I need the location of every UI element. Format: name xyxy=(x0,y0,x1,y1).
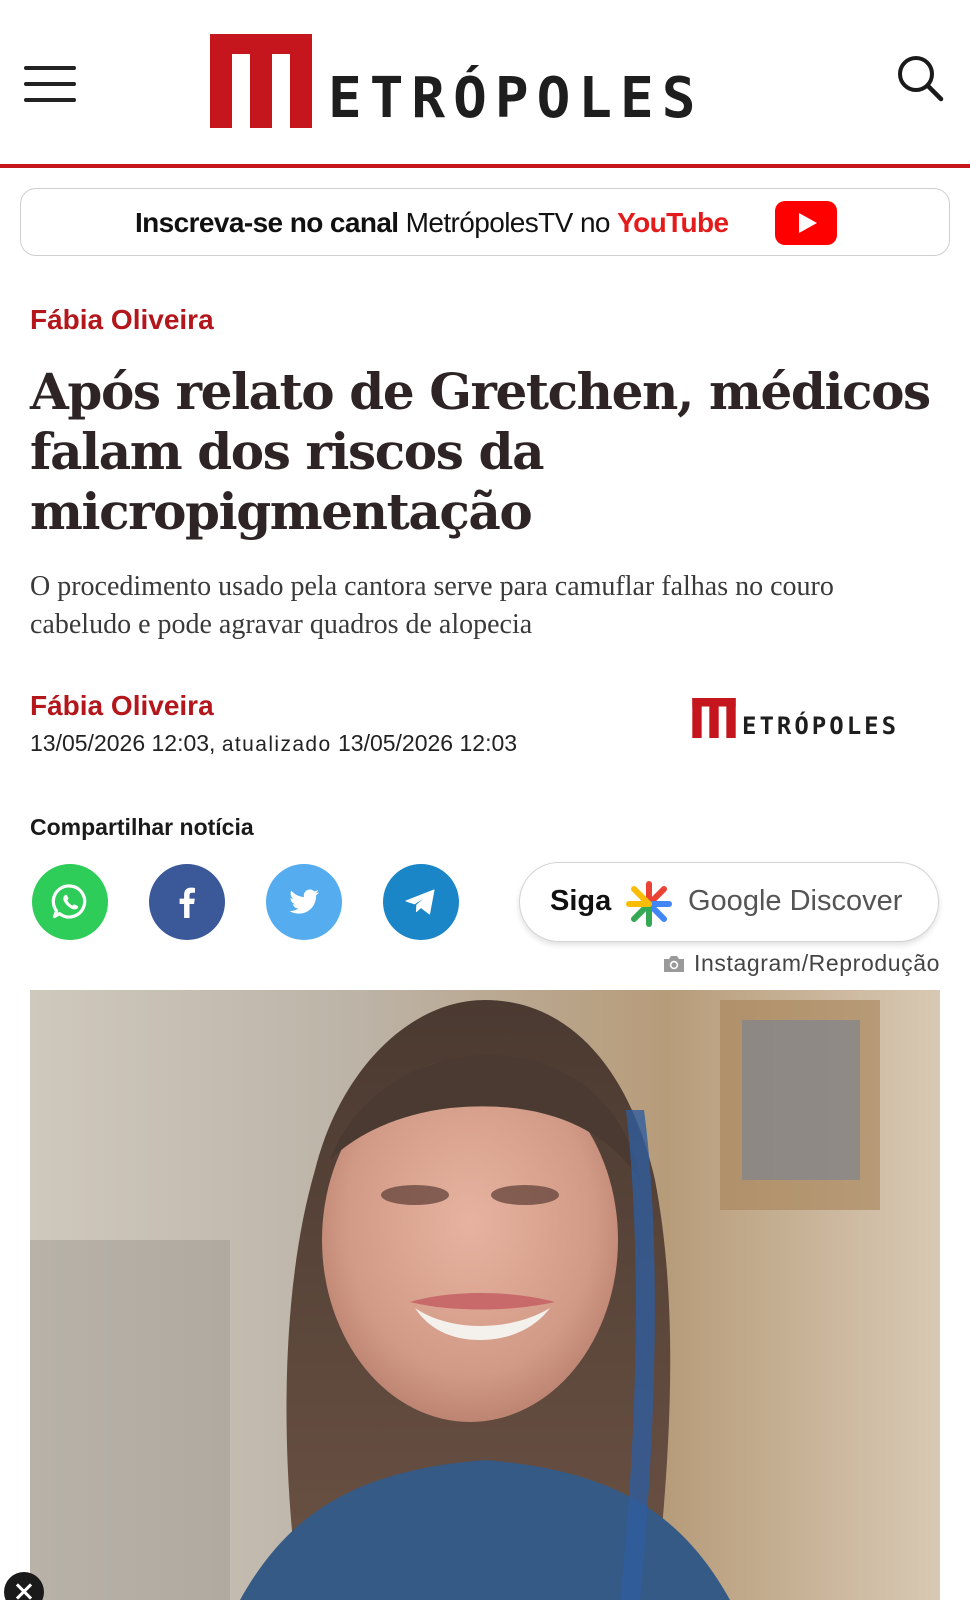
twitter-icon xyxy=(289,889,320,914)
published-date: 13/05/2026 12:03, xyxy=(30,730,216,756)
publisher-wordmark: ETRÓPOLES xyxy=(742,712,900,740)
connector-word: no xyxy=(579,207,611,238)
site-header: ETRÓPOLES xyxy=(0,0,970,168)
youtube-word: YouTube xyxy=(617,207,729,238)
whatsapp-share-button[interactable] xyxy=(32,864,108,940)
telegram-share-button[interactable] xyxy=(383,864,459,940)
article-photo xyxy=(30,990,940,1600)
logo-wordmark: ETRÓPOLES xyxy=(328,66,704,131)
updated-label: atualizado xyxy=(221,733,332,756)
channel-name: MetrópolesTV xyxy=(405,207,574,238)
follow-label: Siga xyxy=(550,885,612,917)
logo-m-mark xyxy=(210,34,312,128)
youtube-banner-text: Inscreva-se no canal MetrópolesTV no You… xyxy=(135,206,729,240)
camera-icon xyxy=(664,956,685,972)
section-tag[interactable]: Fábia Oliveira xyxy=(30,304,214,336)
article-headline: Após relato de Gretchen, médicos falam d… xyxy=(30,362,931,541)
updated-date: 13/05/2026 12:03 xyxy=(337,730,518,756)
google-discover-icon xyxy=(626,881,672,927)
photo-credit-text: Instagram/Reprodução xyxy=(694,950,940,976)
telegram-icon xyxy=(405,889,435,915)
twitter-share-button[interactable] xyxy=(266,864,342,940)
facebook-icon xyxy=(179,887,195,918)
publisher-logo-m-mark xyxy=(692,698,736,738)
author-name[interactable]: Fábia Oliveira xyxy=(30,690,214,722)
google-discover-follow-button[interactable]: Siga Google Discover xyxy=(519,862,939,942)
metropoles-logo[interactable]: ETRÓPOLES xyxy=(210,34,770,131)
share-label: Compartilhar notícia xyxy=(30,814,254,840)
hamburger-menu-icon[interactable] xyxy=(24,64,76,104)
whatsapp-icon xyxy=(51,884,87,919)
facebook-share-button[interactable] xyxy=(149,864,225,940)
portrait-image xyxy=(30,990,940,1600)
publisher-logo: ETRÓPOLES xyxy=(692,698,940,740)
subscribe-prefix: Inscreva-se no canal xyxy=(135,207,399,238)
google-discover-label: Google Discover xyxy=(688,885,903,917)
youtube-play-icon xyxy=(775,201,837,245)
article-subtitle: O procedimento usado pela cantora serve … xyxy=(30,571,834,640)
search-icon[interactable] xyxy=(894,52,946,104)
photo-credit: Instagram/Reprodução xyxy=(662,950,940,977)
youtube-subscribe-banner[interactable]: Inscreva-se no canal MetrópolesTV no You… xyxy=(20,188,950,256)
article-dates: 13/05/2026 12:03, atualizado 13/05/2026 … xyxy=(30,730,517,757)
